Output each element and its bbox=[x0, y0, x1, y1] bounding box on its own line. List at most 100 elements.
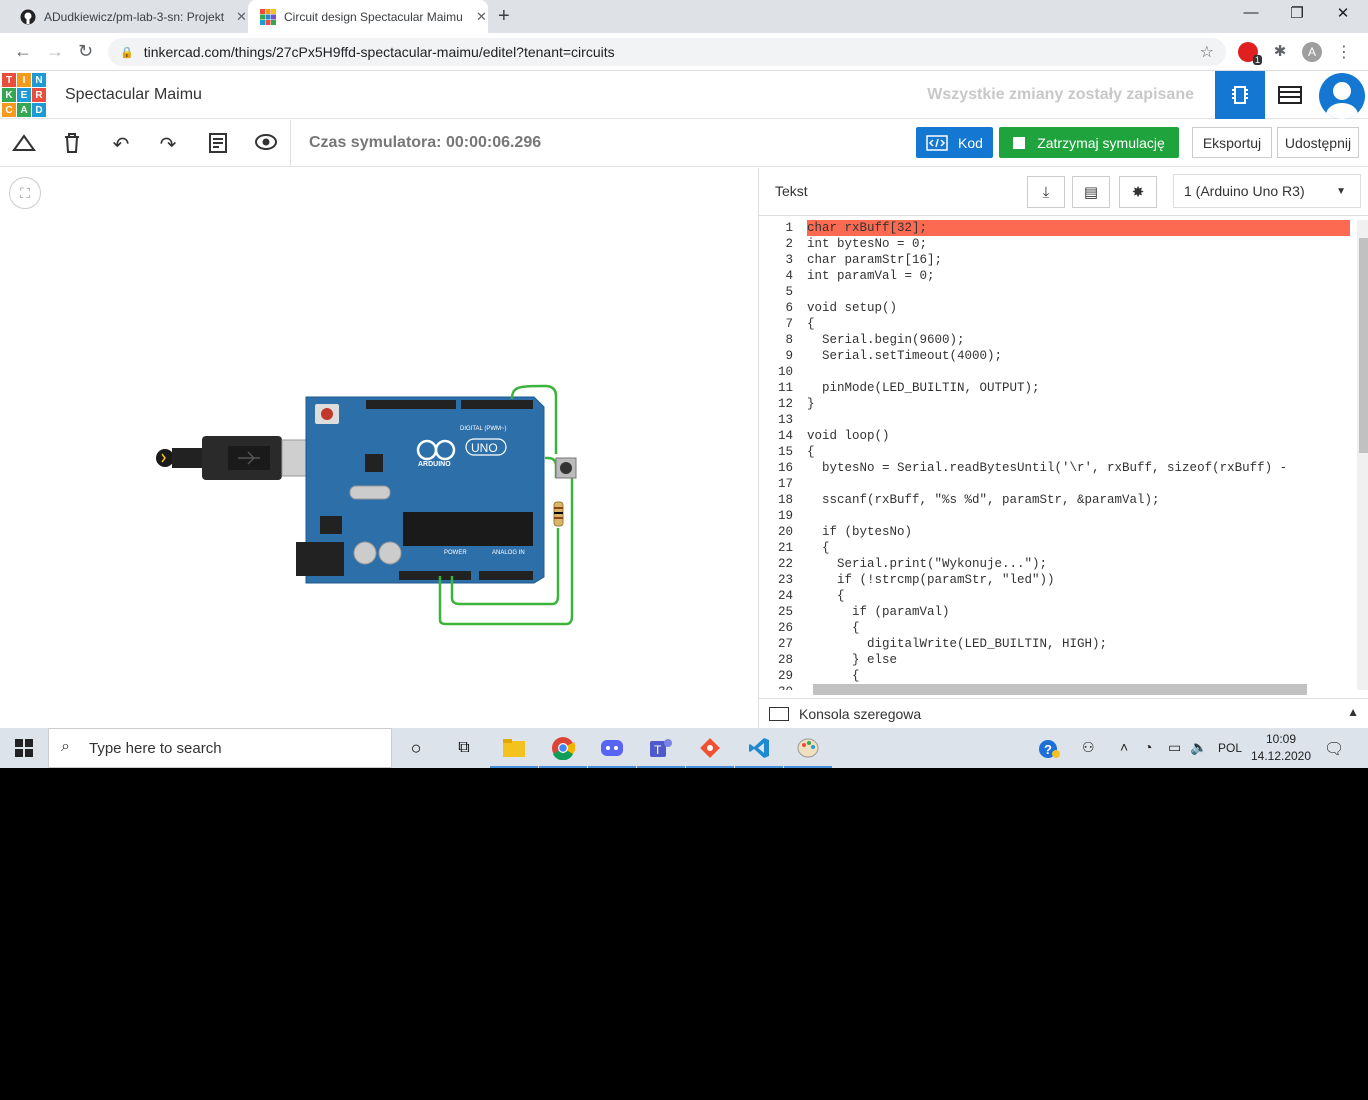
horizontal-scrollbar[interactable] bbox=[803, 682, 1353, 696]
code-line[interactable]: 7{ bbox=[759, 316, 1352, 332]
code-line[interactable]: 19 bbox=[759, 508, 1352, 524]
vertical-scrollbar[interactable] bbox=[1357, 220, 1368, 690]
extension-badge: 1 bbox=[1252, 55, 1262, 65]
puzzle-icon[interactable]: ✱ bbox=[1270, 42, 1290, 62]
clock[interactable]: 10:09 14.12.2020 bbox=[1246, 731, 1316, 765]
export-button[interactable]: Eksportuj bbox=[1192, 127, 1272, 158]
discord-icon[interactable] bbox=[588, 734, 636, 768]
code-line[interactable]: 27 digitalWrite(LED_BUILTIN, HIGH); bbox=[759, 636, 1352, 652]
visibility-eye-icon[interactable] bbox=[253, 132, 279, 158]
task-view-icon[interactable]: ⧉ bbox=[450, 734, 478, 762]
pushbutton[interactable] bbox=[555, 457, 577, 479]
project-title[interactable]: Spectacular Maimu bbox=[65, 86, 202, 104]
library-icon[interactable]: ▤ bbox=[1072, 176, 1110, 208]
delete-icon[interactable] bbox=[59, 132, 85, 160]
restore-icon[interactable]: ❐ bbox=[1274, 4, 1320, 22]
code-editor[interactable]: 1 char rxBuff[32]; 2 int bytesNo = 0; 3 char … bbox=[759, 220, 1352, 690]
code-line[interactable]: 10 bbox=[759, 364, 1352, 380]
battery-icon[interactable]: ▭ bbox=[1168, 739, 1181, 756]
code-line[interactable]: 1 char rxBuff[32]; bbox=[759, 220, 1352, 236]
tinkercad-logo[interactable]: T I N K E R C A D bbox=[2, 73, 46, 117]
browser-tab-tinkercad[interactable]: Circuit design Spectacular Maimu ✕ bbox=[248, 0, 488, 33]
component-list-button[interactable] bbox=[1265, 71, 1315, 119]
reload-icon[interactable]: ↻ bbox=[78, 41, 93, 62]
serial-console-bar[interactable]: Konsola szeregowa ▲ bbox=[759, 698, 1368, 728]
notes-icon[interactable] bbox=[205, 132, 231, 160]
teams-icon[interactable]: T bbox=[637, 734, 685, 768]
stop-simulation-button[interactable]: Zatrzymaj symulację bbox=[999, 127, 1179, 158]
browser-tab-github[interactable]: ADudkiewicz/pm-lab-3-sn: Projekt ✕ bbox=[8, 0, 248, 33]
share-button[interactable]: Udostępnij bbox=[1277, 127, 1359, 158]
back-icon[interactable]: ← bbox=[14, 41, 32, 62]
new-tab-icon[interactable]: + bbox=[498, 5, 510, 28]
code-line[interactable]: 4 int paramVal = 0; bbox=[759, 268, 1352, 284]
redo-icon[interactable]: ↷ bbox=[155, 132, 181, 157]
help-icon[interactable]: ? bbox=[1038, 739, 1060, 762]
code-line[interactable]: 28 } else bbox=[759, 652, 1352, 668]
code-line[interactable]: 8 Serial.begin(9600); bbox=[759, 332, 1352, 348]
menu-kebab-icon[interactable]: ⋮ bbox=[1334, 42, 1354, 62]
code-line[interactable]: 23 if (!strcmp(paramStr, "led")) bbox=[759, 572, 1352, 588]
code-line[interactable]: 17 bbox=[759, 476, 1352, 492]
minimize-icon[interactable]: — bbox=[1228, 4, 1274, 21]
close-tab-icon[interactable]: ✕ bbox=[236, 9, 247, 25]
code-line[interactable]: 20 if (bytesNo) bbox=[759, 524, 1352, 540]
code-line[interactable]: 24 { bbox=[759, 588, 1352, 604]
code-line[interactable]: 22 Serial.print("Wykonuje..."); bbox=[759, 556, 1352, 572]
extension-icon[interactable]: 1 bbox=[1238, 42, 1262, 65]
code-line[interactable]: 9 Serial.setTimeout(4000); bbox=[759, 348, 1352, 364]
code-line[interactable]: 6 void setup() bbox=[759, 300, 1352, 316]
wifi-icon[interactable]: ◔ bbox=[1144, 739, 1152, 755]
code-line[interactable]: 15 { bbox=[759, 444, 1352, 460]
rotate-icon[interactable] bbox=[11, 132, 37, 160]
code-line[interactable]: 2 int bytesNo = 0; bbox=[759, 236, 1352, 252]
url-field[interactable]: 🔒 tinkercad.com/things/27cPx5H9ffd-spect… bbox=[108, 38, 1226, 66]
code-line[interactable]: 12} bbox=[759, 396, 1352, 412]
git-icon[interactable] bbox=[686, 734, 734, 768]
code-line[interactable]: 26 { bbox=[759, 620, 1352, 636]
code-line[interactable]: 5 bbox=[759, 284, 1352, 300]
forward-icon[interactable]: → bbox=[46, 41, 64, 62]
code-button[interactable]: Kod bbox=[916, 127, 993, 158]
search-icon: ⌕ bbox=[61, 738, 70, 755]
device-select[interactable]: 1 (Arduino Uno R3) ▼ bbox=[1173, 174, 1361, 208]
chevron-up-icon[interactable]: ▲ bbox=[1347, 705, 1359, 719]
chrome-icon[interactable] bbox=[539, 734, 587, 768]
close-tab-icon[interactable]: ✕ bbox=[476, 9, 487, 25]
code-line[interactable]: 11 pinMode(LED_BUILTIN, OUTPUT); bbox=[759, 380, 1352, 396]
taskbar-search-input[interactable]: ⌕ Type here to search bbox=[48, 728, 392, 768]
code-text: void setup() bbox=[807, 301, 898, 315]
download-icon[interactable]: ⤓ bbox=[1027, 176, 1065, 208]
code-line[interactable]: 25 if (paramVal) bbox=[759, 604, 1352, 620]
close-window-icon[interactable]: ✕ bbox=[1320, 4, 1366, 22]
circuit-canvas[interactable]: ⛶ DIGITAL (PWM~) ARDUINO UNO POWER ANALO… bbox=[0, 168, 758, 728]
volume-icon[interactable]: 🔈 bbox=[1190, 739, 1207, 756]
code-line[interactable]: 18 sscanf(rxBuff, "%s %d", paramStr, &pa… bbox=[759, 492, 1352, 508]
resistor[interactable] bbox=[553, 501, 564, 527]
code-line[interactable]: 21 { bbox=[759, 540, 1352, 556]
debugger-bug-icon[interactable]: ✸ bbox=[1119, 176, 1157, 208]
file-explorer-icon[interactable] bbox=[490, 734, 538, 768]
windows-start-icon[interactable] bbox=[10, 734, 38, 762]
vscode-icon[interactable] bbox=[735, 734, 783, 768]
arduino-uno-board[interactable]: DIGITAL (PWM~) ARDUINO UNO POWER ANALOG … bbox=[296, 396, 545, 584]
code-icon bbox=[926, 134, 948, 151]
paint-icon[interactable] bbox=[784, 734, 832, 768]
code-line[interactable]: 16 bytesNo = Serial.readBytesUntil('\r',… bbox=[759, 460, 1352, 476]
undo-icon[interactable]: ↶ bbox=[108, 132, 134, 157]
code-line[interactable]: 13 bbox=[759, 412, 1352, 428]
code-text: if (bytesNo) bbox=[807, 525, 913, 539]
code-mode-label[interactable]: Tekst bbox=[775, 183, 808, 199]
bookmark-star-icon[interactable]: ☆ bbox=[1200, 42, 1214, 62]
chevron-up-icon[interactable]: ˄ bbox=[1120, 739, 1128, 755]
code-line[interactable]: 3 char paramStr[16]; bbox=[759, 252, 1352, 268]
cortana-icon[interactable]: ○ bbox=[402, 734, 430, 762]
language-indicator[interactable]: POL bbox=[1218, 741, 1242, 755]
notifications-icon[interactable]: 🗨 bbox=[1324, 739, 1344, 759]
profile-avatar[interactable]: A bbox=[1302, 42, 1322, 62]
people-icon[interactable]: ⚇ bbox=[1082, 739, 1095, 756]
code-text: Serial.print("Wykonuje..."); bbox=[807, 557, 1048, 571]
circuit-view-button[interactable] bbox=[1215, 71, 1265, 119]
code-line[interactable]: 14 void loop() bbox=[759, 428, 1352, 444]
user-avatar[interactable] bbox=[1319, 73, 1365, 119]
